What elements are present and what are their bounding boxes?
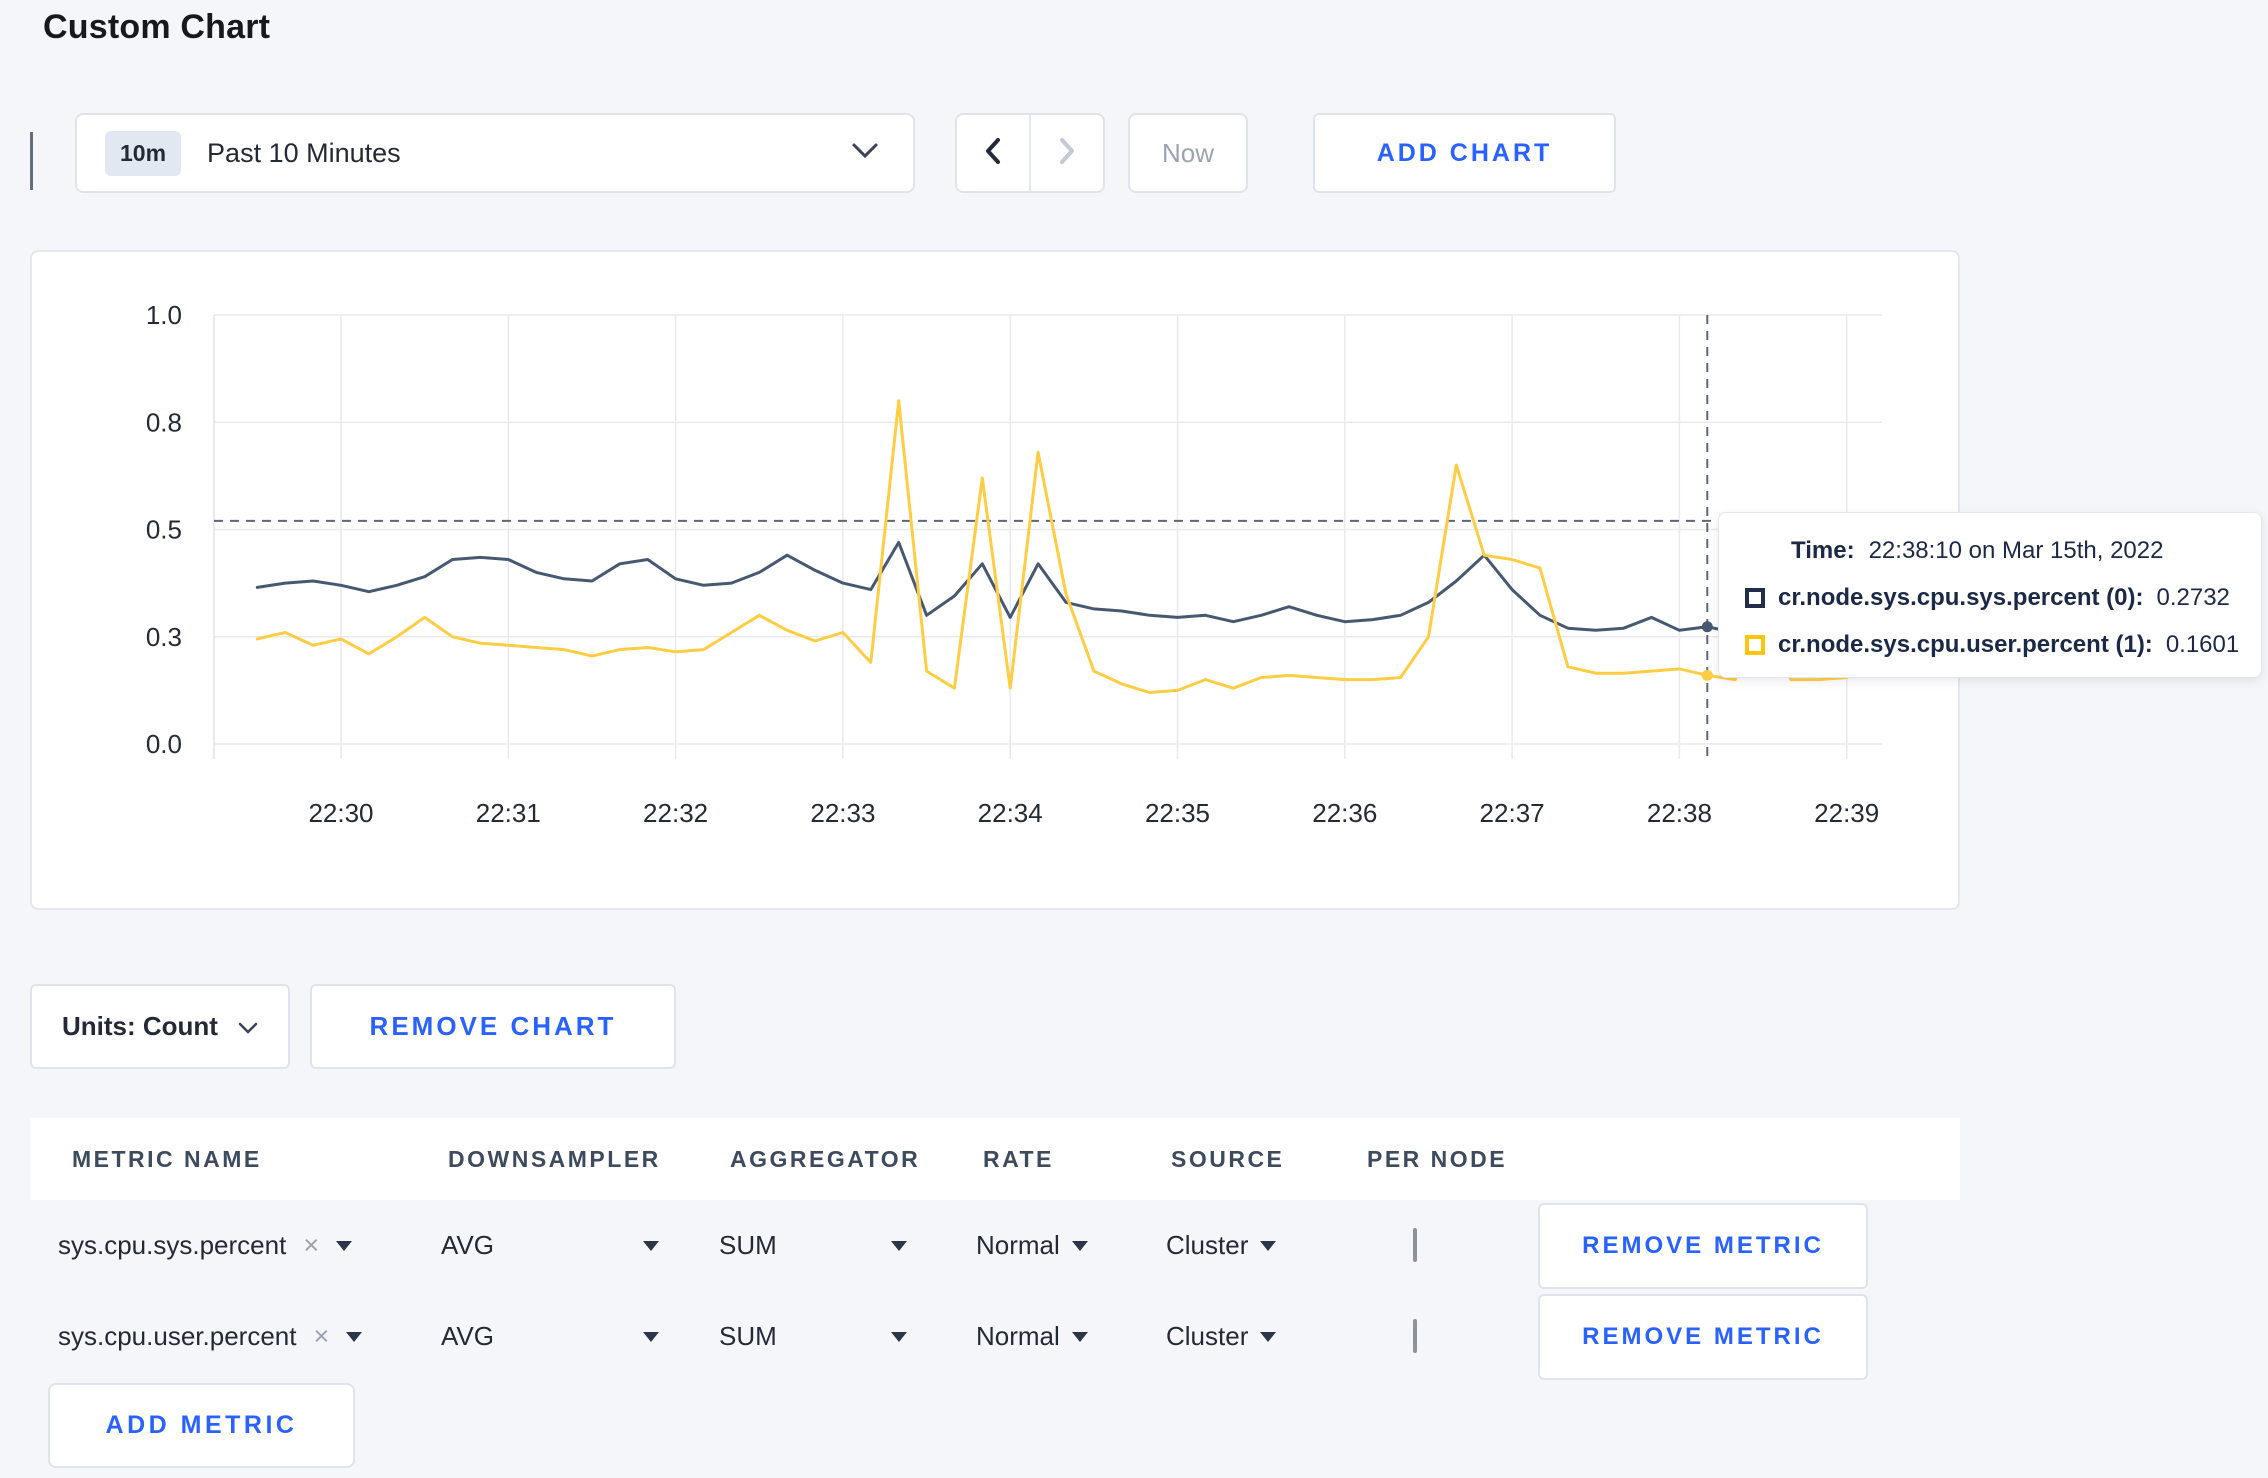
clear-metric-icon[interactable]: ×	[303, 1232, 319, 1259]
aggregator-select[interactable]: SUM	[719, 1230, 907, 1261]
remove-metric-button[interactable]: REMOVE METRIC	[1538, 1293, 1868, 1380]
caret-down-icon	[643, 1331, 659, 1342]
metric-name-value: sys.cpu.sys.percent	[58, 1230, 287, 1260]
column-header-downsampler: DOWNSAMPLER	[448, 1145, 661, 1172]
aggregator-value: SUM	[719, 1230, 777, 1260]
source-value: Cluster	[1166, 1321, 1249, 1351]
caret-down-icon	[1071, 1331, 1088, 1342]
downsampler-select[interactable]: AVG	[441, 1230, 659, 1261]
chart-card: 0.0 0.3 0.5 0.8 1.0 22:30 22:31 22:32 22:33 22:34…	[30, 250, 1960, 910]
metrics-table-header: METRIC NAME DOWNSAMPLER AGGREGATOR RATE …	[30, 1118, 1960, 1200]
caret-down-icon	[1260, 1240, 1277, 1251]
time-range-badge: 10m	[105, 130, 182, 176]
remove-chart-button[interactable]: REMOVE CHART	[310, 984, 676, 1069]
svg-text:22:37: 22:37	[1480, 798, 1545, 828]
svg-text:22:36: 22:36	[1312, 798, 1377, 828]
downsampler-value: AVG	[441, 1321, 494, 1351]
table-row: sys.cpu.sys.percent × AVG SUM Normal Clu…	[30, 1200, 1960, 1291]
prev-time-button[interactable]	[957, 115, 1031, 191]
chevron-down-icon	[851, 142, 879, 165]
downsampler-select[interactable]: AVG	[441, 1321, 659, 1352]
svg-text:0.0: 0.0	[146, 729, 182, 759]
svg-text:0.3: 0.3	[146, 622, 182, 652]
source-select[interactable]: Cluster	[1166, 1321, 1277, 1352]
clear-metric-icon[interactable]: ×	[313, 1323, 329, 1350]
caret-down-icon	[891, 1331, 907, 1342]
chart-hover-tooltip: Time: 22:38:10 on Mar 15th, 2022 cr.node…	[1718, 512, 2262, 678]
rate-value: Normal	[976, 1230, 1060, 1260]
column-header-rate: RATE	[983, 1145, 1054, 1172]
tooltip-time-value: 22:38:10 on Mar 15th, 2022	[1868, 537, 2164, 564]
time-range-label: Past 10 Minutes	[207, 137, 401, 168]
tooltip-series-value: 0.1601	[2165, 631, 2240, 658]
toolbar-divider	[30, 132, 33, 190]
metric-name-value: sys.cpu.user.percent	[58, 1321, 297, 1351]
tooltip-time-row: Time: 22:38:10 on Mar 15th, 2022	[1719, 537, 2261, 565]
aggregator-select[interactable]: SUM	[719, 1321, 907, 1352]
downsampler-value: AVG	[441, 1230, 494, 1260]
caret-down-icon	[891, 1240, 907, 1251]
caret-down-icon	[643, 1240, 659, 1251]
add-metric-button[interactable]: ADD METRIC	[48, 1383, 355, 1468]
remove-metric-button[interactable]: REMOVE METRIC	[1538, 1202, 1868, 1289]
svg-text:22:30: 22:30	[308, 798, 373, 828]
column-header-metric-name: METRIC NAME	[72, 1145, 262, 1172]
cpu-chart[interactable]: 0.0 0.3 0.5 0.8 1.0 22:30 22:31 22:32 22:33 22:34…	[32, 252, 1958, 908]
table-row: sys.cpu.user.percent × AVG SUM Normal Cl…	[30, 1291, 1960, 1382]
rate-select[interactable]: Normal	[976, 1230, 1088, 1261]
svg-text:22:32: 22:32	[643, 798, 708, 828]
svg-text:0.5: 0.5	[146, 515, 182, 545]
tooltip-series-value: 0.2732	[2156, 584, 2230, 611]
metrics-table-rows: sys.cpu.sys.percent × AVG SUM Normal Clu…	[30, 1200, 1960, 1382]
tooltip-time-label: Time:	[1791, 537, 1855, 564]
per-node-checkbox[interactable]	[1413, 1228, 1417, 1262]
svg-text:22:31: 22:31	[476, 798, 541, 828]
svg-text:22:34: 22:34	[978, 798, 1043, 828]
chevron-left-icon	[981, 135, 1005, 172]
time-pager	[955, 113, 1105, 193]
tooltip-series-label: cr.node.sys.cpu.sys.percent (0):	[1778, 584, 2144, 611]
chevron-down-icon	[238, 1011, 258, 1042]
caret-down-icon	[336, 1240, 353, 1251]
tooltip-series-row: cr.node.sys.cpu.user.percent (1): 0.1601	[1719, 631, 2261, 659]
user-series-swatch-icon	[1745, 635, 1765, 655]
svg-text:22:33: 22:33	[810, 798, 875, 828]
page-title: Custom Chart	[43, 8, 271, 46]
metric-name-select[interactable]: sys.cpu.user.percent ×	[58, 1321, 363, 1352]
column-header-aggregator: AGGREGATOR	[730, 1145, 921, 1172]
column-header-source: SOURCE	[1171, 1145, 1285, 1172]
time-range-dropdown[interactable]: 10m Past 10 Minutes	[75, 113, 915, 193]
svg-text:0.8: 0.8	[146, 407, 182, 437]
column-header-per-node: PER NODE	[1367, 1145, 1508, 1172]
source-select[interactable]: Cluster	[1166, 1230, 1277, 1261]
rate-value: Normal	[976, 1321, 1060, 1351]
aggregator-value: SUM	[719, 1321, 777, 1351]
source-value: Cluster	[1166, 1230, 1249, 1260]
caret-down-icon	[1260, 1331, 1277, 1342]
next-time-button[interactable]	[1031, 115, 1103, 191]
units-label: Units: Count	[62, 1011, 218, 1041]
svg-text:22:39: 22:39	[1814, 798, 1879, 828]
caret-down-icon	[346, 1331, 363, 1342]
per-node-checkbox[interactable]	[1413, 1319, 1417, 1353]
sys-series-swatch-icon	[1745, 588, 1765, 608]
svg-text:22:35: 22:35	[1145, 798, 1210, 828]
add-chart-button[interactable]: ADD CHART	[1313, 113, 1616, 193]
now-button[interactable]: Now	[1128, 113, 1248, 193]
metric-name-select[interactable]: sys.cpu.sys.percent ×	[58, 1230, 353, 1261]
units-dropdown[interactable]: Units: Count	[30, 984, 290, 1069]
caret-down-icon	[1071, 1240, 1088, 1251]
tooltip-series-label: cr.node.sys.cpu.user.percent (1):	[1778, 631, 2153, 658]
chevron-right-icon	[1055, 135, 1079, 172]
custom-chart-page: Custom Chart 10m Past 10 Minutes Now ADD…	[0, 0, 2268, 1478]
rate-select[interactable]: Normal	[976, 1321, 1088, 1352]
svg-text:1.0: 1.0	[146, 300, 182, 330]
svg-text:22:38: 22:38	[1647, 798, 1712, 828]
tooltip-series-row: cr.node.sys.cpu.sys.percent (0): 0.2732	[1719, 584, 2261, 612]
